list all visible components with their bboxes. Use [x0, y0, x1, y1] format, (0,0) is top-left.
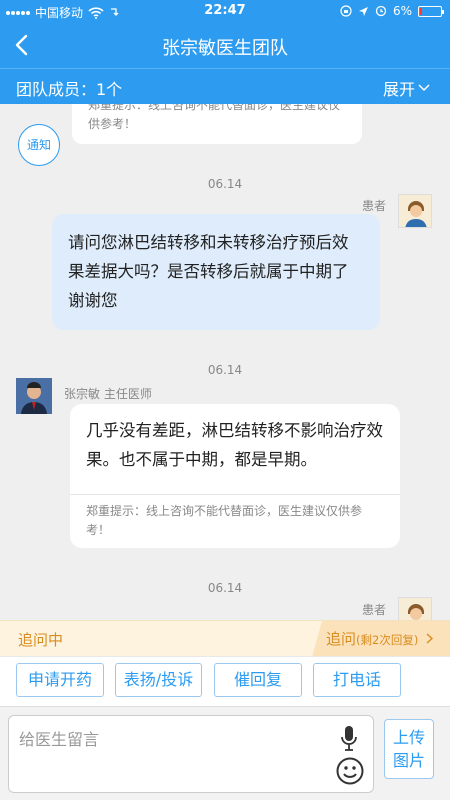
- alarm-icon: [375, 5, 387, 17]
- follow-label: 追问: [326, 630, 357, 648]
- patient-label: 患者: [361, 603, 386, 617]
- patient-label: 患者: [361, 199, 386, 213]
- battery-icon: [418, 5, 444, 17]
- chat-area[interactable]: 郑重提示：线上咨询不能代替面诊，医生建议仅供参考！ 通知 06.14 患者 请问…: [0, 104, 450, 620]
- patient-avatar: [398, 194, 432, 228]
- upload-label-line2: 图片: [392, 751, 425, 770]
- page-title: 张宗敏医生团队: [162, 38, 288, 59]
- patient-avatar: [398, 597, 432, 620]
- microphone-icon[interactable]: [339, 724, 359, 754]
- team-members-label: 团队成员：1个: [16, 80, 123, 99]
- upload-image-button[interactable]: 上传 图片: [384, 719, 434, 779]
- location-icon: [358, 6, 368, 16]
- date-label: 06.14: [207, 581, 243, 595]
- battery-percent: 6%: [392, 4, 412, 18]
- team-bar: 团队成员：1个 展开: [0, 68, 450, 104]
- expand-label: 展开: [382, 80, 415, 99]
- action-bar: 申请开药 表扬/投诉 催回复 打电话: [0, 656, 450, 706]
- emoji-icon[interactable]: [335, 756, 365, 786]
- urge-reply-button[interactable]: 催回复: [214, 663, 302, 697]
- praise-complaint-button[interactable]: 表扬/投诉: [115, 663, 202, 697]
- follow-bar: 追问中 追问(剩2次回复): [0, 620, 450, 657]
- notice-card: 郑重提示：线上咨询不能代替面诊，医生建议仅供参考！: [72, 104, 362, 144]
- status-bar: 中国移动 22:47 6%: [0, 0, 450, 24]
- notify-badge: 通知: [18, 124, 60, 166]
- follow-status: 追问中: [18, 631, 64, 649]
- doctor-tip: 郑重提示：线上咨询不能代替面诊，医生建议仅供参考！: [86, 504, 363, 537]
- expand-button[interactable]: 展开: [383, 76, 430, 100]
- chevron-down-icon: [418, 84, 430, 92]
- notice-tip: 郑重提示：线上咨询不能代替面诊，医生建议仅供参考！: [88, 104, 341, 131]
- divider: [70, 494, 400, 495]
- date-label: 06.14: [207, 363, 243, 377]
- follow-up-button[interactable]: 追问(剩2次回复): [312, 621, 450, 657]
- follow-remaining: (剩2次回复): [356, 633, 419, 647]
- doctor-message-text: 几乎没有差距，淋巴结转移不影响治疗效果。也不属于中期，都是早期。: [86, 421, 383, 469]
- message-placeholder: 给医生留言: [19, 730, 100, 749]
- date-label: 06.14: [207, 177, 243, 191]
- doctor-message: 几乎没有差距，淋巴结转移不影响治疗效果。也不属于中期，都是早期。 郑重提示：线上…: [70, 404, 400, 548]
- input-area: 给医生留言 上传 图片: [0, 706, 450, 800]
- rotation-lock-icon: [340, 5, 352, 17]
- message-input[interactable]: 给医生留言: [8, 715, 374, 793]
- chevron-right-icon: [426, 633, 434, 644]
- prescribe-button[interactable]: 申请开药: [16, 663, 104, 697]
- patient-message: 请问您淋巴结转移和未转移治疗预后效果差据大吗？是否转移后就属于中期了 谢谢您: [52, 214, 380, 330]
- nav-bar: 张宗敏医生团队: [0, 24, 450, 68]
- doctor-name-label: 张宗敏 主任医师: [64, 387, 152, 401]
- call-button[interactable]: 打电话: [313, 663, 401, 697]
- doctor-avatar[interactable]: [16, 378, 52, 414]
- upload-label-line1: 上传: [392, 728, 425, 747]
